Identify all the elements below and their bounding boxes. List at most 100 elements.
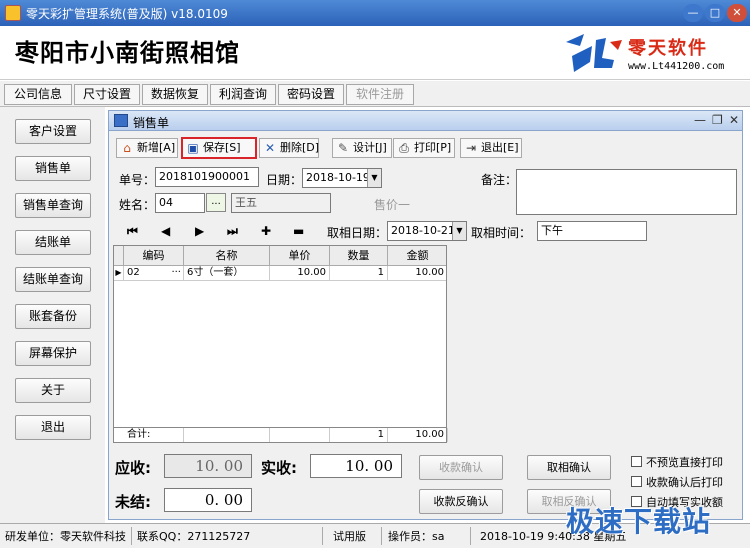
sidebar-item-backup[interactable]: 账套备份	[15, 304, 91, 329]
customer-browse-button[interactable]: ...	[206, 193, 226, 212]
prev-record-icon[interactable]: ◀	[161, 224, 170, 238]
column-header[interactable]: 单价	[270, 246, 330, 266]
column-header[interactable]: 金额	[388, 246, 446, 266]
save-button[interactable]: ▣ 保存[S]	[181, 137, 257, 159]
received-label: 实收:	[261, 459, 297, 477]
date-picker[interactable]: 2018-10-19 ▼	[302, 168, 382, 188]
table-cell-amount[interactable]: 10.00	[388, 266, 446, 281]
exit-button[interactable]: ⇥ 退出[E]	[460, 138, 522, 158]
pickup-date-picker[interactable]: 2018-10-21 ▼	[387, 221, 467, 241]
app-icon	[5, 5, 21, 21]
tab-software-register: 软件注册	[346, 84, 414, 105]
column-header[interactable]: 数量	[330, 246, 388, 266]
option-print-no-preview[interactable]: 不预览直接打印	[631, 454, 723, 470]
status-separator	[470, 527, 471, 545]
title-bar: 零天彩扩管理系统(普及版) v18.0109 — □ ✕	[0, 0, 750, 26]
sidebar-item-settlement[interactable]: 结账单	[15, 230, 91, 255]
table-cell-code[interactable]: 02 ···	[124, 266, 184, 281]
pickup-date-label: 取相日期：	[327, 226, 388, 240]
printer-icon: ⎙	[399, 141, 409, 155]
status-separator	[131, 527, 132, 545]
tab-profit-query[interactable]: 利润查询	[210, 84, 276, 105]
sidebar-item-sales-query[interactable]: 销售单查询	[15, 193, 91, 218]
table-cell-name[interactable]: 6寸（一套）	[184, 266, 270, 281]
brand-logo: 零天软件 www.Lt441200.com	[556, 28, 741, 78]
sidebar-item-sales-order[interactable]: 销售单	[15, 156, 91, 181]
next-record-icon[interactable]: ▶	[195, 224, 204, 238]
total-label: 合计:	[124, 428, 184, 442]
name-label: 姓名：	[119, 198, 156, 212]
date-label: 日期：	[266, 173, 303, 187]
add-button[interactable]: ⌂ 新增[A]	[116, 138, 178, 158]
sidebar-item-about[interactable]: 关于	[15, 378, 91, 403]
option-print-after-confirm[interactable]: 收款确认后打印	[631, 474, 723, 490]
status-operator: 操作员：sa	[388, 530, 445, 543]
print-button[interactable]: ⎙ 打印[P]	[393, 138, 455, 158]
maximize-button[interactable]: □	[705, 4, 725, 22]
logo-brand-text: 零天软件	[628, 38, 708, 59]
add-row-icon[interactable]: ✚	[261, 224, 271, 238]
logo-mark-icon	[566, 34, 622, 72]
remark-field[interactable]	[516, 169, 737, 215]
remark-label: 备注：	[481, 173, 518, 187]
total-empty-cell	[270, 428, 330, 442]
minimize-button[interactable]: —	[683, 4, 703, 22]
dropdown-arrow-icon[interactable]: ▼	[367, 169, 381, 187]
code-lookup-button[interactable]: ···	[171, 266, 181, 280]
child-close-button[interactable]: ✕	[729, 113, 739, 127]
column-header[interactable]: 编码	[124, 246, 184, 266]
window-title: 零天彩扩管理系统(普及版) v18.0109	[26, 7, 228, 21]
cross-icon: ✕	[264, 141, 276, 155]
status-separator	[322, 527, 323, 545]
items-table[interactable]: 编码 名称 单价 数量 金额 ▶ 02 ··· 6寸（一套） 10.00 1 1…	[113, 245, 447, 441]
tab-size-settings[interactable]: 尺寸设置	[74, 84, 140, 105]
status-qq: 联系QQ：271125727	[137, 530, 251, 543]
home-icon: ⌂	[123, 141, 131, 155]
unsettled-amount: 0. 00	[164, 488, 252, 512]
app-header: 枣阳市小南街照相馆 零天软件 www.Lt441200.com	[0, 26, 750, 80]
checkbox-icon[interactable]	[631, 476, 642, 487]
order-no-label: 单号：	[119, 173, 156, 187]
customer-code-field[interactable]: 04	[155, 193, 205, 213]
total-empty-cell	[184, 428, 270, 442]
tab-data-restore[interactable]: 数据恢复	[142, 84, 208, 105]
child-restore-button[interactable]: ❐	[712, 113, 723, 127]
sidebar-item-screensaver[interactable]: 屏幕保护	[15, 341, 91, 366]
tab-password-settings[interactable]: 密码设置	[278, 84, 344, 105]
watermark-text: 极速下载站	[566, 505, 712, 538]
order-no-field[interactable]: 2018101900001	[155, 167, 259, 187]
delete-button[interactable]: ✕ 删除[D]	[259, 138, 319, 158]
price-level-label: 售价一	[374, 198, 411, 212]
table-cell-qty[interactable]: 1	[330, 266, 388, 281]
logo-url: www.Lt441200.com	[628, 61, 725, 72]
tab-company-info[interactable]: 公司信息	[4, 84, 72, 105]
receivable-label: 应收:	[115, 459, 151, 477]
reverse-payment-button[interactable]: 收款反确认	[419, 489, 503, 514]
child-minimize-button[interactable]: —	[694, 113, 706, 127]
column-header[interactable]: 名称	[184, 246, 270, 266]
order-toolbar: ⌂ 新增[A] ▣ 保存[S] ✕ 删除[D] ✎ 设计[J] ⎙ 打印[P] ⇥ 退出[E…	[113, 136, 733, 160]
checkbox-icon[interactable]	[631, 456, 642, 467]
close-button[interactable]: ✕	[727, 4, 747, 22]
remove-row-icon[interactable]: ▬	[293, 224, 304, 238]
table-cell-price[interactable]: 10.00	[270, 266, 330, 281]
first-record-icon[interactable]: ⏮	[127, 224, 138, 239]
confirm-payment-button: 收款确认	[419, 455, 503, 480]
company-name: 枣阳市小南街照相馆	[15, 38, 240, 67]
sidebar-item-settlement-query[interactable]: 结账单查询	[15, 267, 91, 292]
sidebar-item-exit[interactable]: 退出	[15, 415, 91, 440]
dropdown-arrow-icon[interactable]: ▼	[452, 222, 466, 240]
sales-order-window: 销售单 — ❐ ✕ ⌂ 新增[A] ▣ 保存[S] ✕ 删除[D] ✎ 设计[J] ⎙ 打…	[108, 110, 743, 520]
design-button[interactable]: ✎ 设计[J]	[332, 138, 392, 158]
receivable-amount: 10. 00	[164, 454, 252, 478]
last-record-icon[interactable]: ⏭	[227, 224, 238, 239]
sidebar-item-customer-settings[interactable]: 客户设置	[15, 119, 91, 144]
window-icon	[114, 114, 128, 127]
total-amount: 10.00	[388, 428, 448, 442]
pickup-time-field[interactable]: 下午	[537, 221, 647, 241]
current-row-indicator-icon: ▶	[114, 266, 124, 281]
confirm-pickup-button[interactable]: 取相确认	[527, 455, 611, 480]
received-amount-field[interactable]: 10. 00	[310, 454, 402, 478]
sales-order-titlebar: 销售单 — ❐ ✕	[109, 111, 742, 131]
sidebar: 客户设置 销售单 销售单查询 结账单 结账单查询 账套备份 屏幕保护 关于 退出	[0, 107, 105, 523]
